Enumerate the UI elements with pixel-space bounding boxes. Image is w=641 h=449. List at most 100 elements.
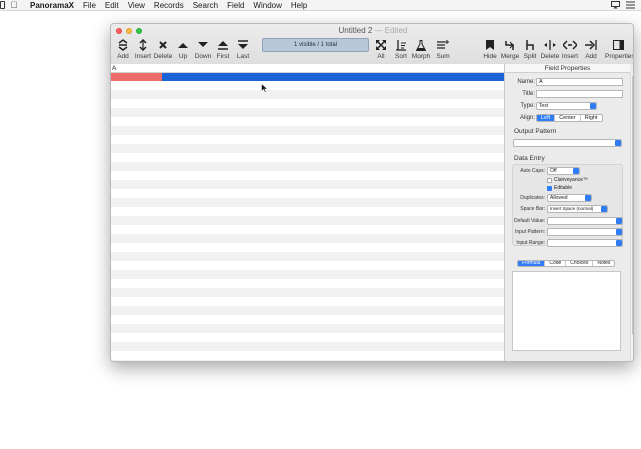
autocaps-value: Off	[550, 168, 557, 174]
menu-field[interactable]: Field	[227, 0, 244, 11]
type-popup[interactable]: Text	[536, 102, 597, 110]
insert-field-label: Insert	[561, 53, 579, 60]
column-header-a[interactable]: A	[111, 64, 504, 73]
add-field-button[interactable]: Add	[580, 38, 602, 60]
insert-record-label: Insert	[134, 53, 152, 60]
window-title: Untitled 2 — Edited	[111, 26, 633, 35]
split-field-button[interactable]: Split	[519, 38, 541, 60]
tab-formula[interactable]: Formula	[518, 261, 546, 266]
clairvoyance-checkbox[interactable]: Clairvoyance™	[547, 177, 588, 183]
delete-record-button[interactable]: Delete	[152, 38, 174, 60]
delete-record-icon	[158, 40, 168, 50]
output-pattern-heading: Output Pattern	[514, 128, 557, 135]
data-sheet[interactable]: A	[111, 64, 504, 361]
duplicates-popup[interactable]: Allowed	[547, 194, 592, 202]
output-pattern-popup[interactable]	[513, 139, 622, 147]
panel-title: Field Properties	[505, 64, 630, 73]
insert-record-button[interactable]: Insert	[132, 38, 154, 60]
split-field-label: Split	[523, 53, 537, 60]
bookmark-icon	[486, 40, 494, 50]
hide-field-button[interactable]: Hide	[479, 38, 501, 60]
menu-search[interactable]: Search	[193, 0, 218, 11]
menu-window[interactable]: Window	[253, 0, 281, 11]
record-count-display: 1 visible / 1 total	[262, 38, 369, 52]
spacebar-popup[interactable]: Insert Space (normal)	[547, 205, 608, 213]
sidebar-icon	[612, 40, 624, 50]
checkbox-unchecked-icon	[547, 177, 552, 183]
airplay-icon[interactable]	[611, 0, 620, 11]
insert-field-icon	[563, 40, 577, 50]
sum-button[interactable]: Sum	[432, 38, 454, 60]
menu-records[interactable]: Records	[154, 0, 184, 11]
list-icon[interactable]	[626, 1, 635, 11]
properties-button[interactable]: Properties	[605, 38, 634, 60]
title-label: Title:	[522, 91, 535, 97]
last-button[interactable]: Last	[232, 38, 254, 60]
merge-field-button[interactable]: Merge	[499, 38, 521, 60]
formula-tabs[interactable]: Formula Code Choices Notes	[517, 260, 616, 267]
column-header-label: A	[112, 65, 117, 72]
input-pattern-field[interactable]	[547, 228, 623, 236]
formula-editor[interactable]	[512, 271, 621, 351]
autocaps-popup[interactable]: Off	[547, 167, 580, 175]
align-right-option[interactable]: Right	[581, 115, 602, 121]
input-range-field[interactable]	[547, 239, 623, 247]
apple-icon[interactable]: 	[9, 0, 19, 10]
last-icon	[238, 40, 248, 50]
align-center-option[interactable]: Center	[555, 115, 581, 121]
properties-label: Properties	[605, 53, 634, 60]
up-label: Up	[178, 53, 188, 60]
delete-field-button[interactable]: Delete	[539, 38, 561, 60]
add-record-button[interactable]: Add	[112, 38, 134, 60]
editable-checkbox[interactable]: Editable	[547, 185, 572, 191]
panel-scrollbar[interactable]	[630, 73, 633, 361]
select-all-button[interactable]: All	[370, 38, 392, 60]
default-value-field[interactable]	[547, 217, 623, 225]
insert-field-button[interactable]: Insert	[559, 38, 581, 60]
title-field[interactable]	[536, 90, 623, 98]
empty-rows[interactable]	[111, 81, 504, 361]
chevron-updown-icon	[601, 206, 607, 212]
tab-notes[interactable]: Notes	[593, 261, 614, 266]
delete-field-icon	[544, 40, 556, 50]
window-edited-marker: — Edited	[374, 26, 408, 35]
field-properties-panel: Field Properties Name: A Title: Type: Te…	[504, 64, 633, 361]
align-left-option[interactable]: Left	[537, 115, 556, 121]
align-label: Align:	[519, 115, 535, 121]
merge-icon	[505, 40, 515, 50]
chevron-down-icon	[616, 240, 622, 246]
hide-field-label: Hide	[483, 53, 497, 60]
menu-bar:  PanoramaX File Edit View Records Searc…	[0, 0, 641, 11]
chevron-updown-icon	[573, 168, 579, 174]
menu-edit[interactable]: Edit	[105, 0, 119, 11]
menu-app-name[interactable]: PanoramaX	[30, 0, 74, 11]
sort-label: Sort	[395, 53, 407, 60]
align-segmented-control[interactable]: Left Center Right	[536, 114, 603, 122]
add-field-icon	[585, 40, 597, 50]
tab-code[interactable]: Code	[545, 261, 567, 266]
scrollbar-thumb[interactable]	[632, 75, 633, 335]
chevron-down-icon	[615, 140, 621, 146]
clairvoyance-label: Clairvoyance™	[554, 177, 588, 183]
name-field[interactable]: A	[536, 78, 623, 86]
menu-view[interactable]: View	[128, 0, 145, 11]
insert-record-icon	[138, 39, 148, 51]
sort-button[interactable]: Sort	[390, 38, 412, 60]
first-label: First	[216, 53, 230, 60]
selected-cell[interactable]	[111, 73, 162, 81]
tab-choices[interactable]: Choices	[566, 261, 594, 266]
mouse-pointer-icon	[261, 82, 269, 93]
window-title-text: Untitled 2	[338, 26, 373, 35]
sort-icon	[396, 39, 406, 51]
down-button[interactable]: Down	[192, 38, 214, 60]
menu-file[interactable]: File	[83, 0, 96, 11]
first-button[interactable]: First	[212, 38, 234, 60]
menu-help[interactable]: Help	[291, 0, 307, 11]
document-window: Untitled 2 — Edited Add Insert Delete Up…	[110, 23, 634, 362]
type-label: Type:	[520, 103, 535, 109]
add-record-icon	[118, 39, 128, 51]
field-row[interactable]	[111, 73, 504, 81]
morph-button[interactable]: Morph	[410, 38, 432, 60]
up-button[interactable]: Up	[172, 38, 194, 60]
default-value-label: Default Value:	[513, 218, 545, 224]
